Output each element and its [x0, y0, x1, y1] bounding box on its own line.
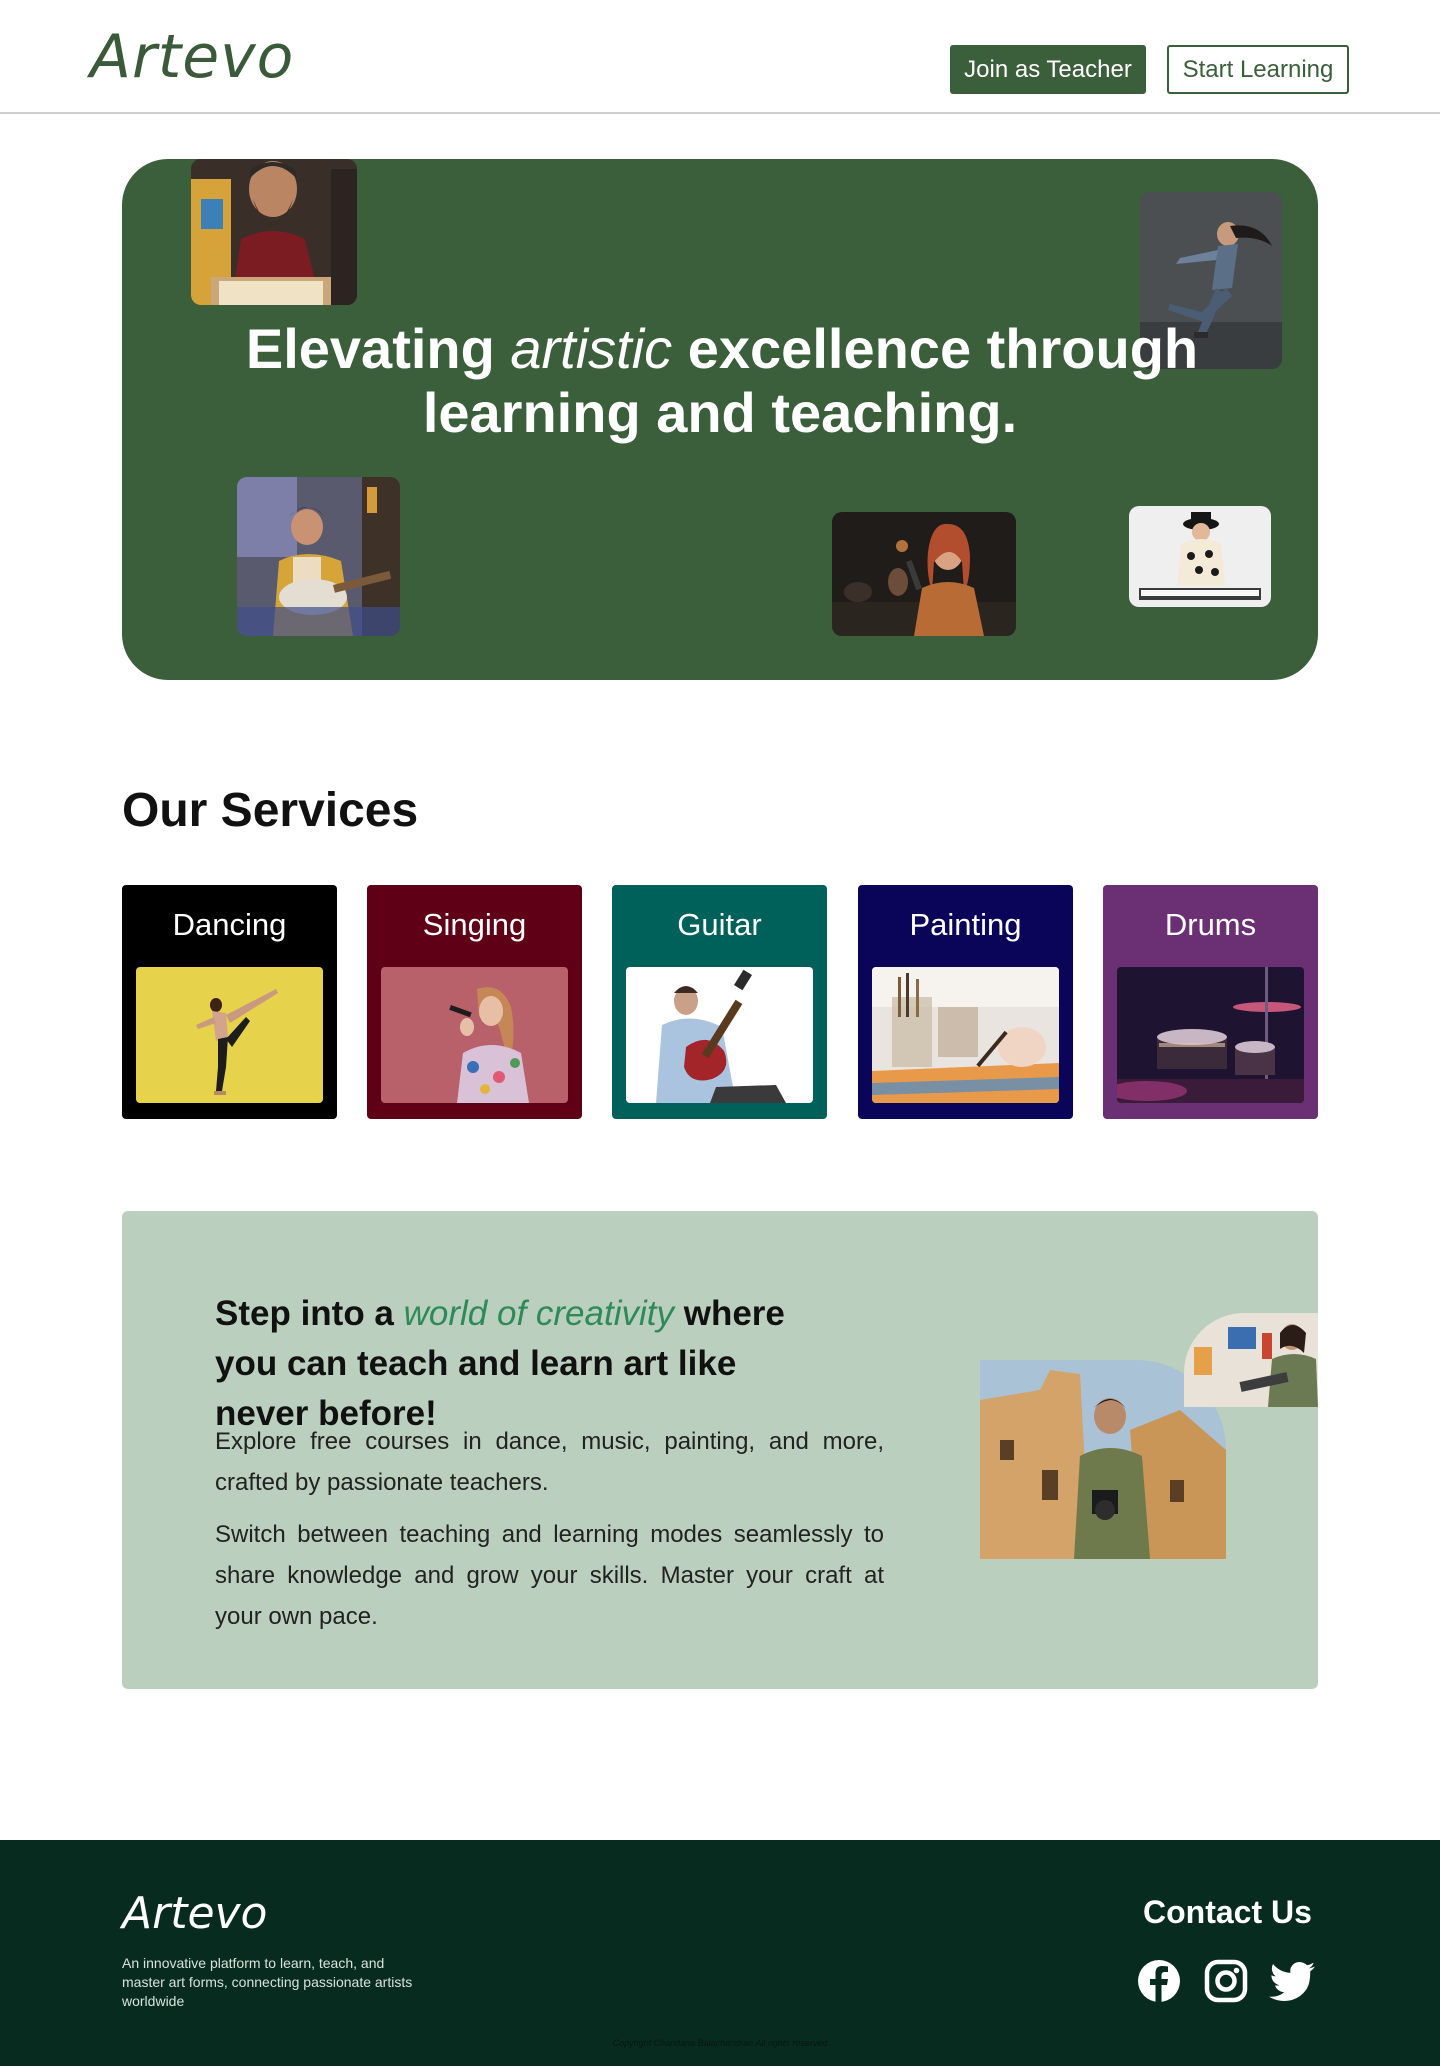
start-learning-button[interactable]: Start Learning	[1167, 45, 1349, 94]
drums-image	[1117, 967, 1304, 1103]
facebook-icon[interactable]	[1136, 1958, 1182, 2004]
hero-headline-emphasis: artistic	[510, 317, 673, 380]
hero-headline-part2: excellence through	[672, 317, 1199, 380]
service-label: Painting	[909, 907, 1022, 942]
hero-headline-part1: Elevating	[245, 317, 511, 380]
hero-photo-pianist	[1129, 506, 1271, 607]
hero-headline-line2: learning and teaching.	[422, 381, 1018, 444]
singer-image	[832, 512, 1016, 636]
hero-headline: Elevating artistic excellence through le…	[122, 317, 1318, 445]
site-header: Artevo Join as Teacher Start Learning	[0, 0, 1440, 114]
service-card-painting[interactable]: Painting	[858, 885, 1073, 1119]
copyright-text: Copyright Chandana Balachandran All righ…	[612, 2038, 828, 2048]
creativity-heading-part1: Step into a	[215, 1294, 404, 1333]
hero-photo-guitarist	[237, 477, 400, 636]
service-label: Dancing	[172, 907, 287, 942]
guitar-image	[626, 967, 813, 1103]
service-label: Singing	[422, 907, 527, 942]
service-card-dancing[interactable]: Dancing	[122, 885, 337, 1119]
hero-photo-singer	[832, 512, 1016, 636]
hero-banner: Elevating artistic excellence through le…	[122, 159, 1318, 680]
singing-image	[381, 967, 568, 1103]
twitter-icon[interactable]	[1268, 1958, 1316, 2004]
service-card-singing[interactable]: Singing	[367, 885, 582, 1119]
creativity-section: Step into a world of creativity where yo…	[122, 1211, 1318, 1689]
student-tablet-image	[1184, 1313, 1318, 1407]
site-footer: Artevo An innovative platform to learn, …	[0, 1840, 1440, 2066]
painting-image	[872, 967, 1059, 1103]
service-card-guitar[interactable]: Guitar	[612, 885, 827, 1119]
painter-image	[191, 159, 357, 305]
footer-tagline: An innovative platform to learn, teach, …	[122, 1955, 413, 2009]
pianist-image	[1129, 506, 1271, 607]
service-label: Drums	[1164, 907, 1257, 942]
creativity-paragraph-1: Explore free courses in dance, music, pa…	[215, 1428, 884, 1496]
creativity-heading-emphasis: world of creativity	[403, 1294, 674, 1333]
dancing-image	[136, 967, 323, 1103]
instagram-icon[interactable]	[1203, 1958, 1249, 2004]
footer-logo[interactable]: Artevo	[122, 1888, 267, 1939]
join-as-teacher-button[interactable]: Join as Teacher	[950, 45, 1146, 94]
guitarist-image	[237, 477, 400, 636]
contact-us-title: Contact Us	[1143, 1894, 1312, 1930]
service-card-drums[interactable]: Drums	[1103, 885, 1318, 1119]
creativity-paragraph-2: Switch between teaching and learning mod…	[215, 1521, 884, 1630]
hero-photo-painter	[191, 159, 357, 305]
brand-logo[interactable]: Artevo	[90, 22, 294, 92]
service-label: Guitar	[677, 907, 762, 942]
services-title: Our Services	[122, 784, 419, 837]
creativity-heading: Step into a world of creativity where yo…	[215, 1289, 805, 1439]
